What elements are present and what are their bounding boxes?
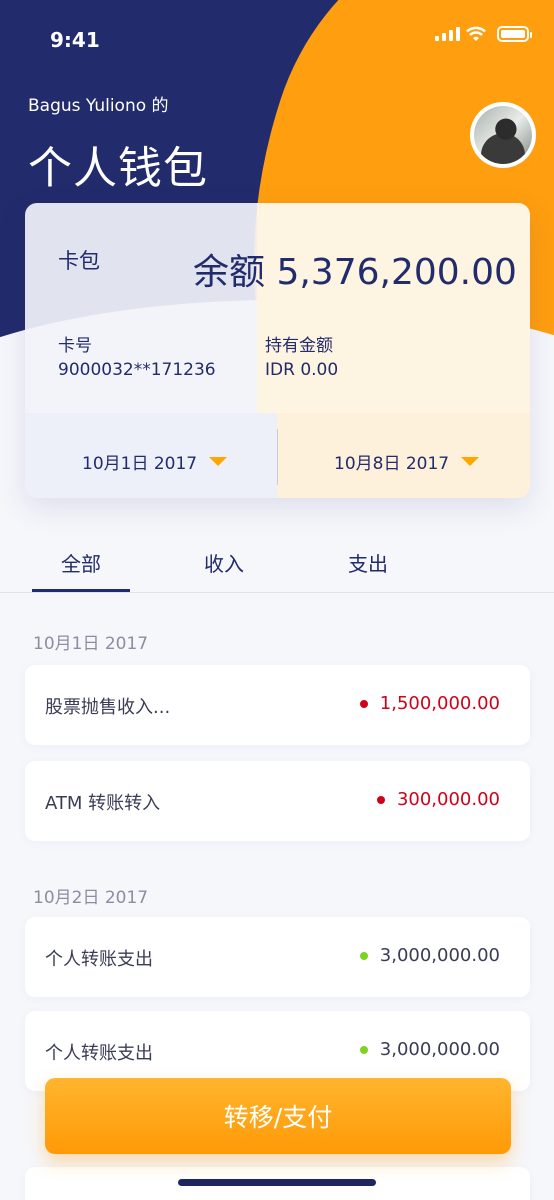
tab-expense[interactable]: 支出 — [348, 548, 388, 577]
card-number-label: 卡号 — [58, 336, 92, 356]
signal-icon — [435, 27, 460, 41]
transaction-tabs: 全部 收入 支出 — [0, 530, 554, 593]
transaction-amount: 3,000,000.00 — [359, 1039, 500, 1060]
amount-text: 300,000.00 — [396, 789, 500, 810]
battery-icon — [497, 26, 532, 42]
amount-text: 3,000,000.00 — [379, 1039, 500, 1060]
group-date: 10月2日 2017 — [33, 888, 149, 908]
income-dot-icon — [359, 699, 368, 708]
date-to-dropdown[interactable]: 10月8日 2017 — [334, 449, 480, 474]
card-summary — [25, 203, 530, 413]
wallet-screen: 9:41 Bagus Yuliono 的 个人钱包 卡包 余额 5,376,20… — [0, 0, 554, 1200]
card-number-value: 9000032**171236 — [58, 360, 216, 380]
tab-all[interactable]: 全部 — [61, 548, 101, 577]
active-tab-indicator — [32, 589, 130, 592]
transaction-amount: 300,000.00 — [376, 789, 500, 810]
expense-dot-icon — [359, 1045, 368, 1054]
transaction-name: 股票抛售收入... — [45, 697, 171, 718]
chevron-down-icon — [461, 457, 480, 466]
wallet-label: 卡包 — [58, 249, 100, 273]
amount-text: 1,500,000.00 — [379, 693, 500, 714]
date-to-label: 10月8日 2017 — [334, 454, 450, 474]
page-title: 个人钱包 — [28, 143, 208, 194]
wallet-card: 卡包 余额 5,376,200.00 卡号 9000032**171236 持有… — [25, 203, 530, 498]
holding-value: IDR 0.00 — [265, 360, 339, 380]
transaction-row[interactable]: ATM 转账转入 300,000.00 — [25, 761, 530, 841]
status-time: 9:41 — [50, 28, 100, 52]
avatar-photo — [474, 106, 532, 164]
status-bar: 9:41 — [0, 0, 554, 80]
transaction-amount: 3,000,000.00 — [359, 945, 500, 966]
balance-amount: 余额 5,376,200.00 — [193, 252, 517, 293]
holding-label: 持有金额 — [265, 336, 333, 356]
transaction-amount: 1,500,000.00 — [359, 693, 500, 714]
expense-dot-icon — [359, 951, 368, 960]
avatar[interactable] — [470, 102, 536, 168]
date-divider — [277, 429, 278, 485]
transaction-name: ATM 转账转入 — [45, 793, 161, 814]
transaction-row[interactable]: 个人转账支出 3,000,000.00 — [25, 917, 530, 997]
income-dot-icon — [376, 795, 385, 804]
transaction-row[interactable]: 股票抛售收入... 1,500,000.00 — [25, 665, 530, 745]
wifi-icon — [466, 26, 486, 41]
chevron-down-icon — [209, 457, 228, 466]
transaction-name: 个人转账支出 — [45, 949, 153, 970]
group-date: 10月1日 2017 — [33, 634, 149, 654]
date-from-label: 10月1日 2017 — [82, 454, 198, 474]
transfer-pay-button[interactable]: 转移/支付 — [45, 1078, 511, 1154]
tab-income[interactable]: 收入 — [204, 548, 244, 577]
date-from-dropdown[interactable]: 10月1日 2017 — [82, 449, 228, 474]
transaction-name: 个人转账支出 — [45, 1043, 153, 1064]
owner-name: Bagus Yuliono 的 — [28, 96, 169, 116]
amount-text: 3,000,000.00 — [379, 945, 500, 966]
home-indicator — [178, 1179, 376, 1186]
